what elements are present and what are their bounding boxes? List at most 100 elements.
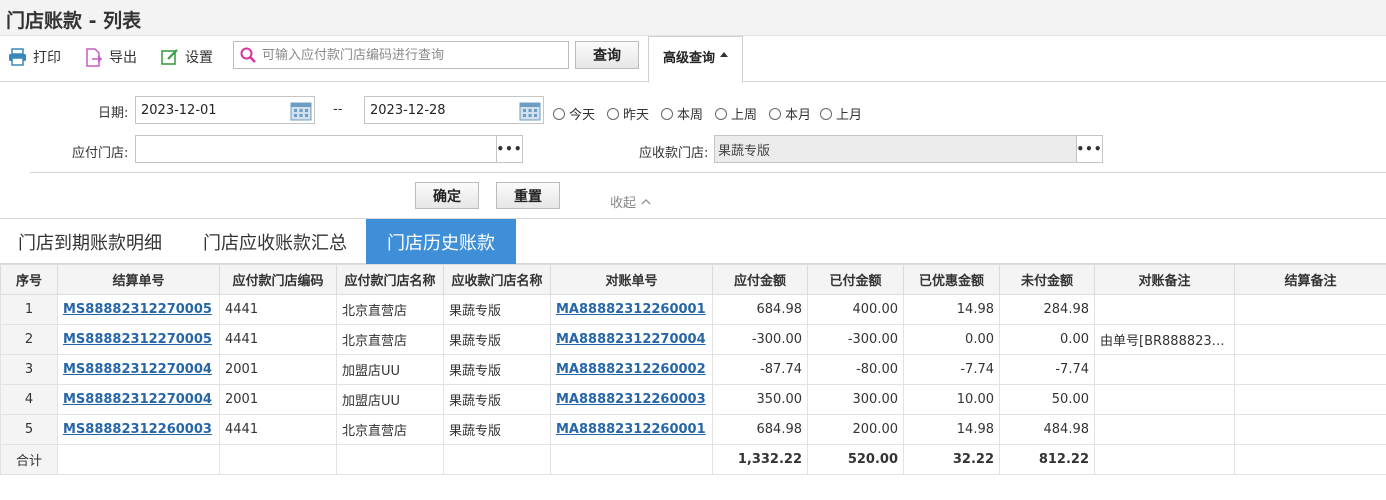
settlement-no-link[interactable]: MS88882312270005 (63, 302, 212, 317)
title-bar: 门店账款 - 列表 (0, 0, 1386, 36)
payer-name-cell: 北京直营店 (336, 324, 444, 355)
statement-no-link[interactable]: MA88882312260001 (556, 422, 706, 437)
column-header[interactable]: 结算备注 (1234, 264, 1386, 295)
radio-last-week[interactable]: 上周 (715, 104, 757, 123)
settlement-no-cell: MS88882312260003 (57, 414, 220, 445)
payable-amount-cell: 350.00 (712, 384, 808, 415)
settlement-no-cell: MS88882312270005 (57, 294, 220, 325)
statement-no-link[interactable]: MA88882312270004 (556, 332, 706, 347)
column-header[interactable]: 应付款门店编码 (219, 264, 337, 295)
row-number: 2 (0, 324, 58, 355)
statement-no-cell: MA88882312270004 (550, 324, 713, 355)
radio-today[interactable]: 今天 (553, 104, 595, 123)
print-label: 打印 (33, 50, 61, 66)
statement-no-link[interactable]: MA88882312260003 (556, 392, 706, 407)
table-row[interactable]: 3 MS88882312270004 2001 加盟店UU 果蔬专版 MA888… (0, 354, 1386, 385)
column-header[interactable]: 未付金额 (999, 264, 1095, 295)
reset-button[interactable]: 重置 (496, 182, 560, 209)
settlement-no-link[interactable]: MS88882312270005 (63, 332, 212, 347)
column-header[interactable]: 已付金额 (807, 264, 904, 295)
discount-amount-cell: 10.00 (903, 384, 1000, 415)
date-from-input[interactable]: 2023-12-01 (135, 96, 315, 124)
unpaid-amount-cell: 284.98 (999, 294, 1095, 325)
total-payable-amount: 1,332.22 (712, 444, 808, 475)
radio-circle (607, 107, 619, 120)
print-button[interactable]: 打印 (8, 46, 61, 68)
statement-no-link[interactable]: MA88882312260002 (556, 362, 706, 377)
unpaid-amount-cell: 0.00 (999, 324, 1095, 355)
unpaid-amount-cell: 50.00 (999, 384, 1095, 415)
radio-label: 上周 (731, 108, 758, 123)
payer-name-cell: 加盟店UU (336, 384, 444, 415)
payee-store-picker[interactable]: 果蔬专版 ••• (714, 135, 1103, 163)
table-row[interactable]: 2 MS88882312270005 4441 北京直营店 果蔬专版 MA888… (0, 324, 1386, 355)
total-unpaid-amount: 812.22 (999, 444, 1095, 475)
column-header[interactable]: 序号 (0, 264, 58, 295)
payer-store-picker[interactable]: ••• (135, 135, 523, 163)
table-row[interactable]: 1 MS88882312270005 4441 北京直营店 果蔬专版 MA888… (0, 294, 1386, 325)
settlement-no-link[interactable]: MS88882312270004 (63, 362, 212, 377)
settlement-no-link[interactable]: MS88882312260003 (63, 422, 212, 437)
unpaid-amount-cell: 484.98 (999, 414, 1095, 445)
table-row[interactable]: 5 MS88882312260003 4441 北京直营店 果蔬专版 MA888… (0, 414, 1386, 445)
row-number: 5 (0, 414, 58, 445)
radio-label: 上月 (836, 108, 863, 123)
column-header[interactable]: 对账单号 (550, 264, 713, 295)
total-discount-amount: 32.22 (903, 444, 1000, 475)
radio-circle (715, 107, 727, 120)
payable-amount-cell: 684.98 (712, 414, 808, 445)
total-cell (219, 444, 337, 475)
more-icon[interactable]: ••• (496, 136, 522, 162)
settings-button[interactable]: 设置 (161, 46, 213, 68)
total-paid-amount: 520.00 (807, 444, 904, 475)
row-number: 1 (0, 294, 58, 325)
total-cell (57, 444, 220, 475)
payer-code-cell: 2001 (219, 354, 337, 385)
radio-this-month[interactable]: 本月 (769, 104, 811, 123)
payer-store-value (136, 136, 139, 162)
tab-store-receivable-summary[interactable]: 门店应收账款汇总 (186, 219, 364, 264)
search-input[interactable] (262, 47, 568, 63)
confirm-button[interactable]: 确定 (415, 182, 479, 209)
date-from-value: 2023-12-01 (141, 102, 217, 118)
radio-circle (820, 107, 832, 120)
toolbar: 打印 导出 设置 查询 高级查询 (0, 36, 1386, 83)
export-button[interactable]: 导出 (85, 46, 137, 68)
total-cell (1094, 444, 1235, 475)
settlement-remark-cell (1234, 384, 1386, 415)
tab-store-history[interactable]: 门店历史账款 (366, 219, 516, 264)
column-header[interactable]: 应付金额 (712, 264, 808, 295)
discount-amount-cell: -7.74 (903, 354, 1000, 385)
payee-store-value: 果蔬专版 (715, 136, 1076, 162)
printer-icon (9, 48, 26, 66)
more-icon[interactable]: ••• (1076, 136, 1102, 162)
payee-name-cell: 果蔬专版 (443, 414, 551, 445)
radio-label: 本周 (677, 108, 704, 123)
payee-name-cell: 果蔬专版 (443, 384, 551, 415)
tab-store-due-detail[interactable]: 门店到期账款明细 (0, 219, 180, 264)
column-header[interactable]: 应收款门店名称 (443, 264, 551, 295)
column-header[interactable]: 已优惠金额 (903, 264, 1000, 295)
advanced-query-tab[interactable]: 高级查询 (648, 36, 743, 83)
calendar-icon[interactable] (519, 100, 541, 121)
report-tabs: 门店到期账款明细 门店应收账款汇总 门店历史账款 (0, 218, 1386, 264)
calendar-icon[interactable] (290, 100, 312, 121)
column-header[interactable]: 对账备注 (1094, 264, 1235, 295)
date-to-input[interactable]: 2023-12-28 (364, 96, 544, 124)
payer-code-cell: 4441 (219, 324, 337, 355)
query-button[interactable]: 查询 (575, 41, 639, 69)
settlement-remark-cell (1234, 294, 1386, 325)
settlement-no-link[interactable]: MS88882312270004 (63, 392, 212, 407)
payer-code-cell: 4441 (219, 414, 337, 445)
radio-yesterday[interactable]: 昨天 (607, 104, 649, 123)
column-header[interactable]: 应付款门店名称 (336, 264, 444, 295)
statement-no-link[interactable]: MA88882312260001 (556, 302, 706, 317)
radio-last-month[interactable]: 上月 (820, 104, 862, 123)
date-separator: -- (333, 102, 343, 117)
column-header[interactable]: 结算单号 (57, 264, 220, 295)
collapse-link[interactable]: 收起 (610, 192, 652, 211)
statement-no-cell: MA88882312260001 (550, 414, 713, 445)
radio-circle (661, 107, 673, 120)
radio-this-week[interactable]: 本周 (661, 104, 703, 123)
table-row[interactable]: 4 MS88882312270004 2001 加盟店UU 果蔬专版 MA888… (0, 384, 1386, 415)
